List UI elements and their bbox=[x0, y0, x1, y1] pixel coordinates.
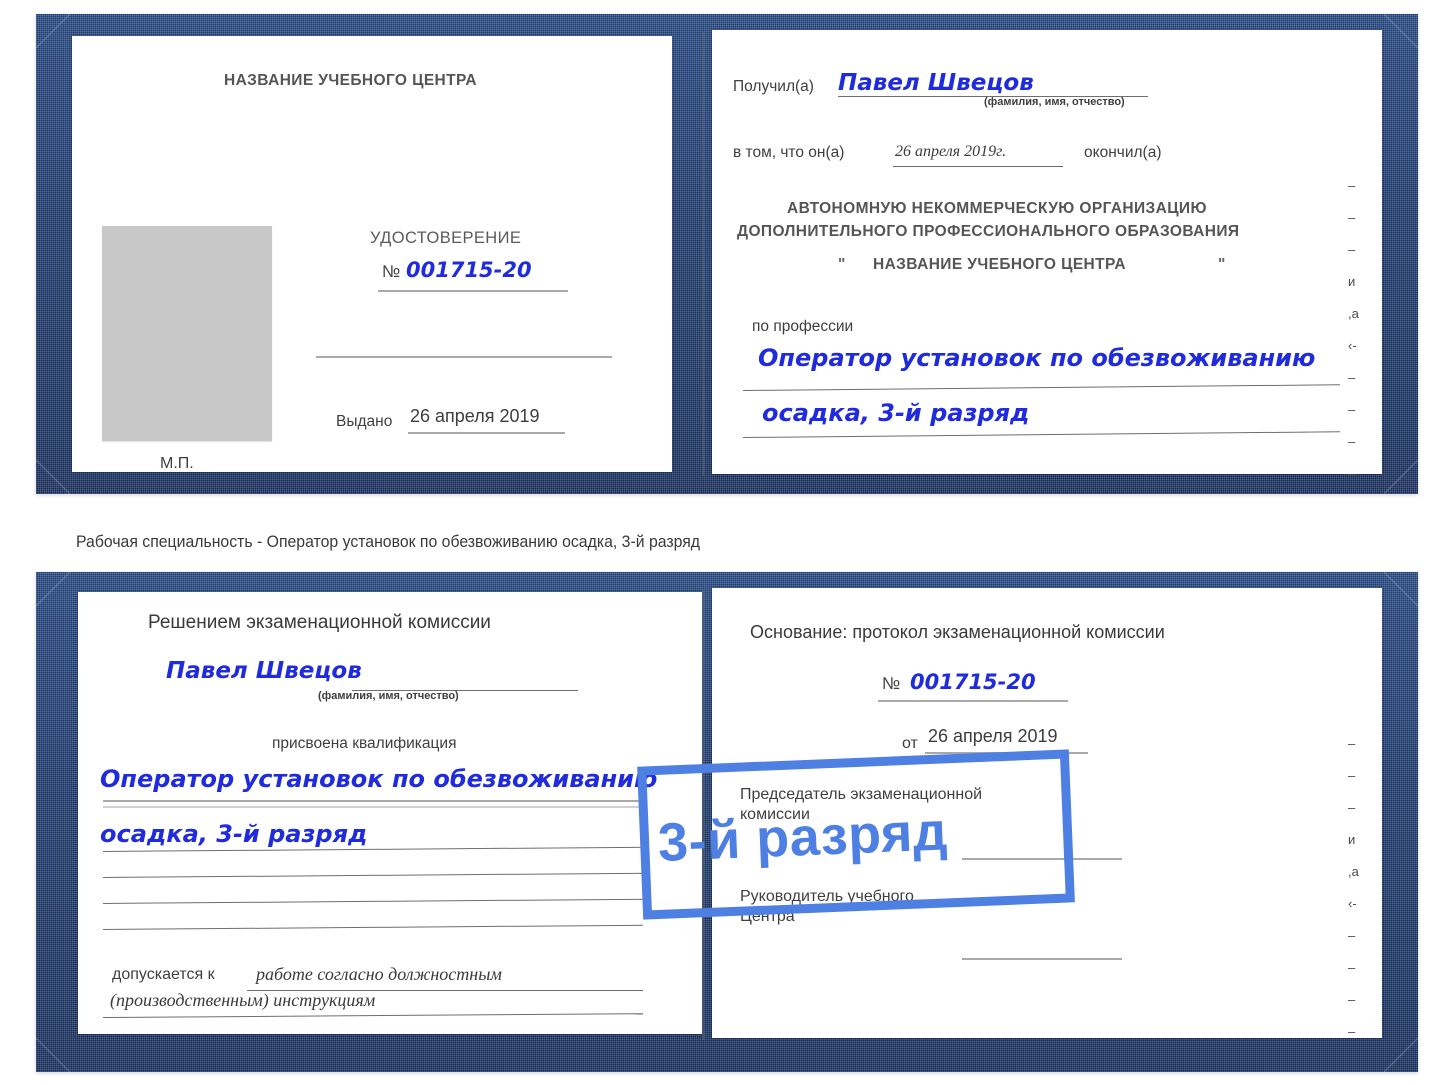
watermark-label: 3-й разряд bbox=[656, 801, 949, 873]
org-quote-close: " bbox=[1218, 256, 1226, 273]
edge-fragment: – bbox=[1348, 736, 1356, 751]
number-rule-top bbox=[378, 290, 568, 292]
org-line-2: ДОПОЛНИТЕЛЬНОГО ПРОФЕССИОНАЛЬНОГО ОБРАЗО… bbox=[737, 223, 1240, 240]
edge-fragment: ‹- bbox=[1348, 896, 1357, 911]
in-that-label: в том, что он(а) bbox=[733, 144, 845, 161]
protocol-number-value: 001715-20 bbox=[910, 670, 1036, 694]
issued-label: Выдано bbox=[336, 413, 393, 430]
from-date-value: 26 апреля 2019 bbox=[928, 726, 1058, 746]
edge-fragment: – bbox=[1348, 402, 1356, 417]
allowed-label: допускается к bbox=[112, 966, 215, 983]
org-quote-open: " bbox=[838, 256, 846, 273]
cover-corner-tl-icon-2 bbox=[36, 572, 70, 606]
cover-corner-tr-icon bbox=[1384, 14, 1418, 48]
photo-placeholder bbox=[102, 226, 272, 441]
edge-fragment: – bbox=[1348, 992, 1356, 1007]
qualification-label: присвоена квалификация bbox=[272, 735, 457, 752]
stamp-label-mp: М.П. bbox=[160, 455, 194, 472]
edge-fragment: – bbox=[1348, 178, 1356, 193]
issued-date-value: 26 апреля 2019 bbox=[410, 406, 540, 426]
name-hint-top: (фамилия, имя, отчество) bbox=[984, 96, 1125, 108]
edge-fragment: – bbox=[1348, 960, 1356, 975]
in-that-date-value: 26 апреля 2019г. bbox=[895, 143, 1007, 160]
cover-corner-br-icon-2 bbox=[1384, 1038, 1418, 1072]
org-line-1: АВТОНОМНУЮ НЕКОММЕРЧЕСКУЮ ОРГАНИЗАЦИЮ bbox=[787, 200, 1207, 217]
basis-label: Основание: протокол экзаменационной коми… bbox=[750, 622, 1165, 642]
edge-fragment: ‹- bbox=[1348, 338, 1357, 353]
edge-fragment: – bbox=[1348, 434, 1356, 449]
edge-fragment: – bbox=[1348, 466, 1356, 481]
edge-fragment: ,а bbox=[1348, 306, 1359, 321]
number-symbol-top: № bbox=[382, 262, 401, 281]
edge-fragment: – bbox=[1348, 800, 1356, 815]
decision-name-value: Павел Швецов bbox=[166, 658, 362, 684]
received-name-value: Павел Швецов bbox=[838, 70, 1034, 96]
edge-fragment: – bbox=[1348, 210, 1356, 225]
blank-rule-top bbox=[316, 356, 612, 358]
training-center-header-top: НАЗВАНИЕ УЧЕБНОГО ЦЕНТРА bbox=[224, 72, 477, 89]
profession-label: по профессии bbox=[752, 318, 854, 335]
name-hint-bottom: (фамилия, имя, отчество) bbox=[318, 690, 459, 702]
cover-corner-br-icon bbox=[1384, 460, 1418, 494]
allowed-value-line-2: (производственным) инструкциям bbox=[110, 990, 376, 1010]
finished-label: окончил(а) bbox=[1084, 144, 1162, 161]
qual-rule-1 bbox=[103, 800, 643, 802]
edge-fragment: – bbox=[1348, 1024, 1356, 1039]
cover-corner-bl-icon-2 bbox=[36, 1038, 70, 1072]
edge-fragment: ,а bbox=[1348, 864, 1359, 879]
decision-header: Решением экзаменационной комиссии bbox=[148, 612, 491, 633]
edge-fragment: – bbox=[1348, 768, 1356, 783]
edge-fragment: и bbox=[1348, 832, 1356, 847]
edge-fragment: – bbox=[1348, 242, 1356, 257]
edge-fragment: – bbox=[1348, 370, 1356, 385]
edge-fragment: и bbox=[1348, 274, 1356, 289]
allowed-value-line-1: работе согласно должностным bbox=[256, 964, 502, 984]
number-symbol-bottom: № bbox=[882, 674, 901, 693]
qual-rule-1b bbox=[103, 806, 643, 808]
from-label: от bbox=[902, 735, 918, 752]
cover-corner-tr-icon-2 bbox=[1384, 572, 1418, 606]
issued-rule bbox=[408, 432, 565, 434]
qualification-value-line-1: Оператор установок по обезвоживанию bbox=[100, 765, 658, 793]
certificate-number-top: 001715-20 bbox=[406, 258, 532, 282]
cover-corner-tl-icon bbox=[36, 14, 70, 48]
org-line-3: НАЗВАНИЕ УЧЕБНОГО ЦЕНТРА bbox=[873, 256, 1126, 273]
cover-corner-bl-icon bbox=[36, 460, 70, 494]
received-label: Получил(а) bbox=[733, 78, 814, 95]
profession-value-line-2: осадка, 3-й разряд bbox=[762, 399, 1030, 427]
profession-value-line-1: Оператор установок по обезвоживанию bbox=[758, 344, 1316, 372]
edge-fragment: – bbox=[1348, 928, 1356, 943]
protocol-number-rule bbox=[878, 700, 1068, 702]
certificate-top-spine bbox=[702, 32, 705, 476]
qualification-value-line-2: осадка, 3-й разряд bbox=[100, 820, 368, 848]
head-signature-rule bbox=[962, 958, 1122, 960]
page-caption: Рабочая специальность - Оператор установ… bbox=[76, 532, 701, 551]
document-title-udostoverenie: УДОСТОВЕРЕНИЕ bbox=[370, 229, 522, 247]
in-that-rule bbox=[893, 166, 1063, 167]
